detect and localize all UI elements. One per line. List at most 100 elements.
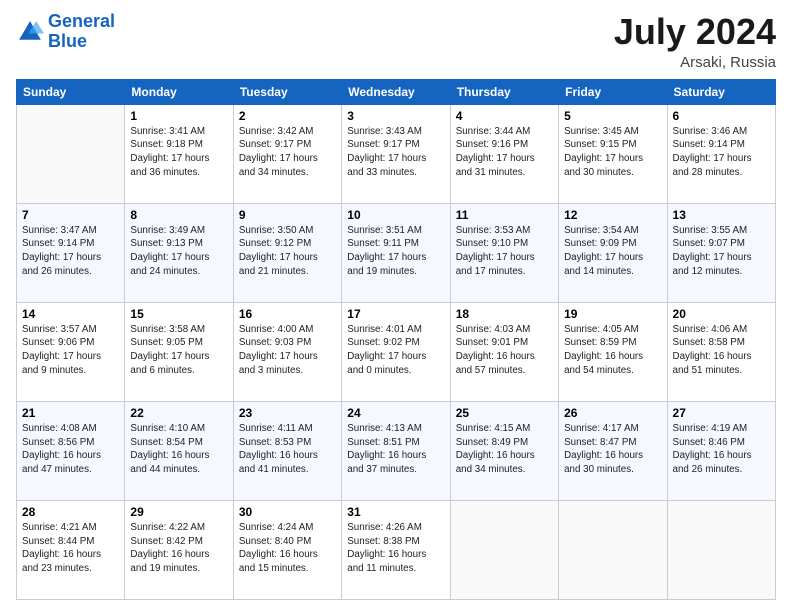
page: General Blue July 2024 Arsaki, Russia Su… <box>0 0 792 612</box>
day-info: Sunrise: 3:55 AMSunset: 9:07 PMDaylight:… <box>673 224 770 279</box>
day-info: Sunrise: 4:17 AMSunset: 8:47 PMDaylight:… <box>564 422 661 477</box>
day-number: 29 <box>130 505 227 519</box>
day-number: 27 <box>673 406 770 420</box>
calendar-cell: 6 Sunrise: 3:46 AMSunset: 9:14 PMDaylight… <box>667 104 775 203</box>
calendar-cell: 26 Sunrise: 4:17 AMSunset: 8:47 PMDayligh… <box>559 401 667 500</box>
calendar-cell <box>559 500 667 599</box>
day-info: Sunrise: 3:46 AMSunset: 9:14 PMDaylight:… <box>673 125 770 180</box>
calendar-cell: 14 Sunrise: 3:57 AMSunset: 9:06 PMDayligh… <box>17 302 125 401</box>
day-info: Sunrise: 3:47 AMSunset: 9:14 PMDaylight:… <box>22 224 119 279</box>
day-number: 22 <box>130 406 227 420</box>
calendar-cell: 18 Sunrise: 4:03 AMSunset: 9:01 PMDayligh… <box>450 302 558 401</box>
calendar-cell: 5Sunrise: 3:45 AMSunset: 9:15 PMDaylight… <box>559 104 667 203</box>
day-info: Sunrise: 3:51 AMSunset: 9:11 PMDaylight:… <box>347 224 444 279</box>
day-number: 8 <box>130 208 227 222</box>
title-block: July 2024 Arsaki, Russia <box>614 12 776 71</box>
calendar-cell: 27 Sunrise: 4:19 AMSunset: 8:46 PMDayligh… <box>667 401 775 500</box>
day-number: 14 <box>22 307 119 321</box>
day-number: 31 <box>347 505 444 519</box>
week-row-1: 1Sunrise: 3:41 AMSunset: 9:18 PMDaylight… <box>17 104 776 203</box>
day-info: Sunrise: 4:11 AMSunset: 8:53 PMDaylight:… <box>239 422 336 477</box>
calendar-cell: 9 Sunrise: 3:50 AMSunset: 9:12 PMDaylight… <box>233 203 341 302</box>
day-info: Sunrise: 4:01 AMSunset: 9:02 PMDaylight:… <box>347 323 444 378</box>
day-info: Sunrise: 3:44 AMSunset: 9:16 PMDaylight:… <box>456 125 553 180</box>
day-info: Sunrise: 3:54 AMSunset: 9:09 PMDaylight:… <box>564 224 661 279</box>
day-info: Sunrise: 3:42 AMSunset: 9:17 PMDaylight:… <box>239 125 336 180</box>
day-info: Sunrise: 4:10 AMSunset: 8:54 PMDaylight:… <box>130 422 227 477</box>
weekday-header-wednesday: Wednesday <box>342 79 450 104</box>
day-info: Sunrise: 4:22 AMSunset: 8:42 PMDaylight:… <box>130 521 227 576</box>
calendar-cell: 15Sunrise: 3:58 AMSunset: 9:05 PMDayligh… <box>125 302 233 401</box>
logo-line2: Blue <box>48 32 115 52</box>
day-info: Sunrise: 4:03 AMSunset: 9:01 PMDaylight:… <box>456 323 553 378</box>
calendar-cell: 19 Sunrise: 4:05 AMSunset: 8:59 PMDayligh… <box>559 302 667 401</box>
calendar-cell: 20 Sunrise: 4:06 AMSunset: 8:58 PMDayligh… <box>667 302 775 401</box>
day-number: 6 <box>673 109 770 123</box>
day-number: 25 <box>456 406 553 420</box>
day-number: 28 <box>22 505 119 519</box>
day-number: 11 <box>456 208 553 222</box>
day-info: Sunrise: 4:19 AMSunset: 8:46 PMDaylight:… <box>673 422 770 477</box>
day-info: Sunrise: 4:00 AMSunset: 9:03 PMDaylight:… <box>239 323 336 378</box>
day-number: 20 <box>673 307 770 321</box>
logo: General Blue <box>16 12 115 52</box>
day-number: 2 <box>239 109 336 123</box>
day-number: 9 <box>239 208 336 222</box>
week-row-5: 28 Sunrise: 4:21 AMSunset: 8:44 PMDayligh… <box>17 500 776 599</box>
day-info: Sunrise: 4:08 AMSunset: 8:56 PMDaylight:… <box>22 422 119 477</box>
weekday-header-thursday: Thursday <box>450 79 558 104</box>
calendar-cell: 4 Sunrise: 3:44 AMSunset: 9:16 PMDaylight… <box>450 104 558 203</box>
week-row-4: 21 Sunrise: 4:08 AMSunset: 8:56 PMDayligh… <box>17 401 776 500</box>
weekday-header-friday: Friday <box>559 79 667 104</box>
calendar-cell: 16Sunrise: 4:00 AMSunset: 9:03 PMDayligh… <box>233 302 341 401</box>
logo-text: General Blue <box>48 12 115 52</box>
logo-line1: General <box>48 11 115 31</box>
day-number: 7 <box>22 208 119 222</box>
day-info: Sunrise: 3:43 AMSunset: 9:17 PMDaylight:… <box>347 125 444 180</box>
calendar-cell: 8 Sunrise: 3:49 AMSunset: 9:13 PMDaylight… <box>125 203 233 302</box>
day-number: 26 <box>564 406 661 420</box>
weekday-header-tuesday: Tuesday <box>233 79 341 104</box>
day-info: Sunrise: 3:41 AMSunset: 9:18 PMDaylight:… <box>130 125 227 180</box>
calendar-cell: 29 Sunrise: 4:22 AMSunset: 8:42 PMDayligh… <box>125 500 233 599</box>
calendar-cell: 3 Sunrise: 3:43 AMSunset: 9:17 PMDaylight… <box>342 104 450 203</box>
day-number: 10 <box>347 208 444 222</box>
day-info: Sunrise: 3:50 AMSunset: 9:12 PMDaylight:… <box>239 224 336 279</box>
day-info: Sunrise: 4:05 AMSunset: 8:59 PMDaylight:… <box>564 323 661 378</box>
calendar-table: SundayMondayTuesdayWednesdayThursdayFrid… <box>16 79 776 600</box>
day-number: 4 <box>456 109 553 123</box>
day-number: 15 <box>130 307 227 321</box>
calendar-cell: 1Sunrise: 3:41 AMSunset: 9:18 PMDaylight… <box>125 104 233 203</box>
calendar-cell: 13Sunrise: 3:55 AMSunset: 9:07 PMDayligh… <box>667 203 775 302</box>
calendar-cell: 25Sunrise: 4:15 AMSunset: 8:49 PMDayligh… <box>450 401 558 500</box>
day-number: 17 <box>347 307 444 321</box>
day-info: Sunrise: 4:21 AMSunset: 8:44 PMDaylight:… <box>22 521 119 576</box>
calendar-cell: 11Sunrise: 3:53 AMSunset: 9:10 PMDayligh… <box>450 203 558 302</box>
calendar-cell: 7 Sunrise: 3:47 AMSunset: 9:14 PMDaylight… <box>17 203 125 302</box>
calendar-cell: 30Sunrise: 4:24 AMSunset: 8:40 PMDayligh… <box>233 500 341 599</box>
weekday-header-sunday: Sunday <box>17 79 125 104</box>
day-number: 21 <box>22 406 119 420</box>
day-number: 18 <box>456 307 553 321</box>
day-number: 30 <box>239 505 336 519</box>
calendar-cell <box>667 500 775 599</box>
logo-icon <box>16 18 44 46</box>
day-info: Sunrise: 4:06 AMSunset: 8:58 PMDaylight:… <box>673 323 770 378</box>
week-row-2: 7 Sunrise: 3:47 AMSunset: 9:14 PMDaylight… <box>17 203 776 302</box>
day-info: Sunrise: 3:57 AMSunset: 9:06 PMDaylight:… <box>22 323 119 378</box>
day-number: 5 <box>564 109 661 123</box>
location: Arsaki, Russia <box>614 54 776 71</box>
calendar-cell <box>17 104 125 203</box>
day-number: 19 <box>564 307 661 321</box>
weekday-header-monday: Monday <box>125 79 233 104</box>
calendar-cell <box>450 500 558 599</box>
day-number: 12 <box>564 208 661 222</box>
day-number: 3 <box>347 109 444 123</box>
calendar-cell: 12 Sunrise: 3:54 AMSunset: 9:09 PMDayligh… <box>559 203 667 302</box>
week-row-3: 14 Sunrise: 3:57 AMSunset: 9:06 PMDayligh… <box>17 302 776 401</box>
calendar-cell: 10 Sunrise: 3:51 AMSunset: 9:11 PMDayligh… <box>342 203 450 302</box>
header: General Blue July 2024 Arsaki, Russia <box>16 12 776 71</box>
calendar-cell: 28 Sunrise: 4:21 AMSunset: 8:44 PMDayligh… <box>17 500 125 599</box>
day-info: Sunrise: 3:49 AMSunset: 9:13 PMDaylight:… <box>130 224 227 279</box>
weekday-header-row: SundayMondayTuesdayWednesdayThursdayFrid… <box>17 79 776 104</box>
